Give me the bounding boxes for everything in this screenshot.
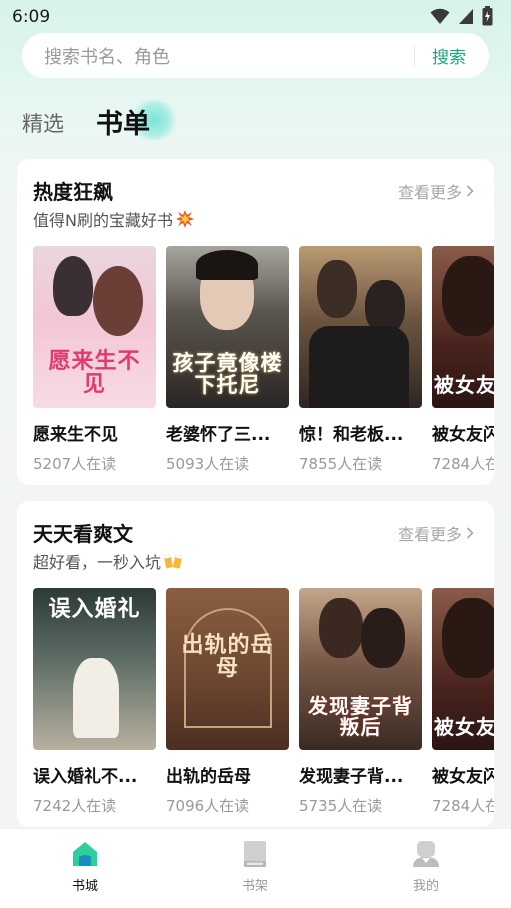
chevron-right-icon — [466, 527, 474, 539]
section-card-hot: 热度狂飙 查看更多 值得N刷的宝藏好书 愿来生不见 愿来生不见 5207人在读 … — [17, 159, 494, 485]
profile-icon — [413, 841, 439, 867]
search-input[interactable]: 搜索书名、角色 — [44, 43, 170, 69]
book-row: 愿来生不见 愿来生不见 5207人在读 孩子竟像楼下托尼 老婆怀了三... 50… — [33, 246, 494, 476]
book-cover[interactable]: 出轨的岳母 — [166, 588, 289, 750]
beers-emoji-icon — [163, 554, 183, 569]
book-card[interactable]: 惊！和老板... 7855人在读 — [299, 246, 422, 474]
status-time: 6:09 — [12, 7, 51, 27]
book-card[interactable]: 发现妻子背叛后 发现妻子背... 5735人在读 — [299, 588, 422, 816]
section-card-daily: 天天看爽文 查看更多 超好看，一秒入坑 误入婚礼 误入婚礼不... 7242人在… — [17, 501, 494, 827]
book-row: 误入婚礼 误入婚礼不... 7242人在读 出轨的岳母 出轨的岳母 7096人在… — [33, 588, 494, 818]
book-card[interactable]: 被女友闪婚 被女友闪 7284人在 — [432, 246, 494, 474]
section-subtitle-text: 值得N刷的宝藏好书 — [33, 211, 173, 230]
cover-title-art: 被女友闪婚 — [434, 715, 494, 739]
book-readers: 7855人在读 — [299, 455, 383, 473]
search-divider — [414, 45, 415, 67]
tab-featured[interactable]: 精选 — [22, 108, 64, 138]
bottom-nav: 书城 书架 我的 — [0, 828, 511, 908]
book-readers: 5093人在读 — [166, 455, 250, 473]
nav-label: 书城 — [71, 879, 98, 894]
cover-title-art: 被女友闪婚 — [434, 373, 494, 397]
book-title: 愿来生不见 — [33, 425, 118, 445]
book-card[interactable]: 孩子竟像楼下托尼 老婆怀了三... 5093人在读 — [166, 246, 289, 474]
nav-label: 我的 — [412, 879, 439, 894]
battery-icon — [482, 6, 493, 26]
section-subtitle: 值得N刷的宝藏好书 — [33, 207, 195, 231]
cover-title-art: 出轨的岳母 — [181, 632, 274, 682]
book-cover[interactable]: 被女友闪婚 — [432, 588, 494, 750]
section-subtitle-text: 超好看，一秒入坑 — [33, 553, 162, 572]
wifi-icon — [430, 8, 450, 24]
book-cover[interactable]: 被女友闪婚 — [432, 246, 494, 408]
book-readers: 7284人在 — [432, 797, 494, 815]
book-title: 惊！和老板... — [299, 425, 404, 445]
status-bar: 6:09 — [0, 0, 511, 34]
book-title: 老婆怀了三... — [166, 425, 271, 445]
book-readers: 7284人在 — [432, 455, 494, 473]
nav-label: 书架 — [241, 879, 268, 894]
book-card[interactable]: 愿来生不见 愿来生不见 5207人在读 — [33, 246, 156, 474]
book-title: 发现妻子背... — [299, 767, 404, 787]
collision-emoji-icon — [175, 210, 194, 228]
chevron-right-icon — [466, 185, 474, 197]
book-cover[interactable]: 愿来生不见 — [33, 246, 156, 408]
section-subtitle: 超好看，一秒入坑 — [33, 549, 183, 573]
book-cover[interactable]: 误入婚礼 — [33, 588, 156, 750]
book-readers: 5207人在读 — [33, 455, 117, 473]
cover-title-art: 愿来生不见 — [48, 347, 141, 397]
book-readers: 5735人在读 — [299, 797, 383, 815]
book-cover[interactable] — [299, 246, 422, 408]
view-more-label: 查看更多 — [397, 525, 462, 544]
view-more-link[interactable]: 查看更多 — [398, 521, 474, 545]
view-more-link[interactable]: 查看更多 — [398, 179, 474, 203]
section-title: 热度狂飙 — [33, 180, 113, 204]
book-cover[interactable]: 发现妻子背叛后 — [299, 588, 422, 750]
book-card[interactable]: 误入婚礼 误入婚礼不... 7242人在读 — [33, 588, 156, 816]
book-title: 误入婚礼不... — [33, 767, 138, 787]
view-more-label: 查看更多 — [397, 183, 462, 202]
nav-item-profile[interactable]: 我的 — [386, 839, 466, 894]
bookstore-icon — [73, 842, 97, 866]
book-card[interactable]: 被女友闪婚 被女友闪 7284人在 — [432, 588, 494, 816]
tab-booklist[interactable]: 书单 — [96, 102, 150, 141]
book-title: 被女友闪 — [432, 767, 494, 787]
bookshelf-icon — [244, 841, 266, 867]
signal-icon — [459, 9, 473, 24]
cover-title-art: 孩子竟像楼下托尼 — [172, 349, 283, 397]
cover-title-art: 发现妻子背叛后 — [308, 694, 413, 739]
search-button[interactable]: 搜索 — [432, 43, 466, 68]
book-card[interactable]: 出轨的岳母 出轨的岳母 7096人在读 — [166, 588, 289, 816]
nav-item-bookshelf[interactable]: 书架 — [215, 839, 295, 894]
book-title: 被女友闪 — [432, 425, 494, 445]
book-cover[interactable]: 孩子竟像楼下托尼 — [166, 246, 289, 408]
book-title: 出轨的岳母 — [166, 767, 251, 787]
section-title: 天天看爽文 — [33, 522, 133, 546]
status-icons — [430, 6, 493, 26]
book-readers: 7096人在读 — [166, 797, 250, 815]
cover-title-art: 误入婚礼 — [48, 596, 141, 622]
nav-item-bookstore[interactable]: 书城 — [45, 839, 125, 894]
search-bar[interactable]: 搜索书名、角色 搜索 — [22, 33, 489, 78]
book-readers: 7242人在读 — [33, 797, 117, 815]
